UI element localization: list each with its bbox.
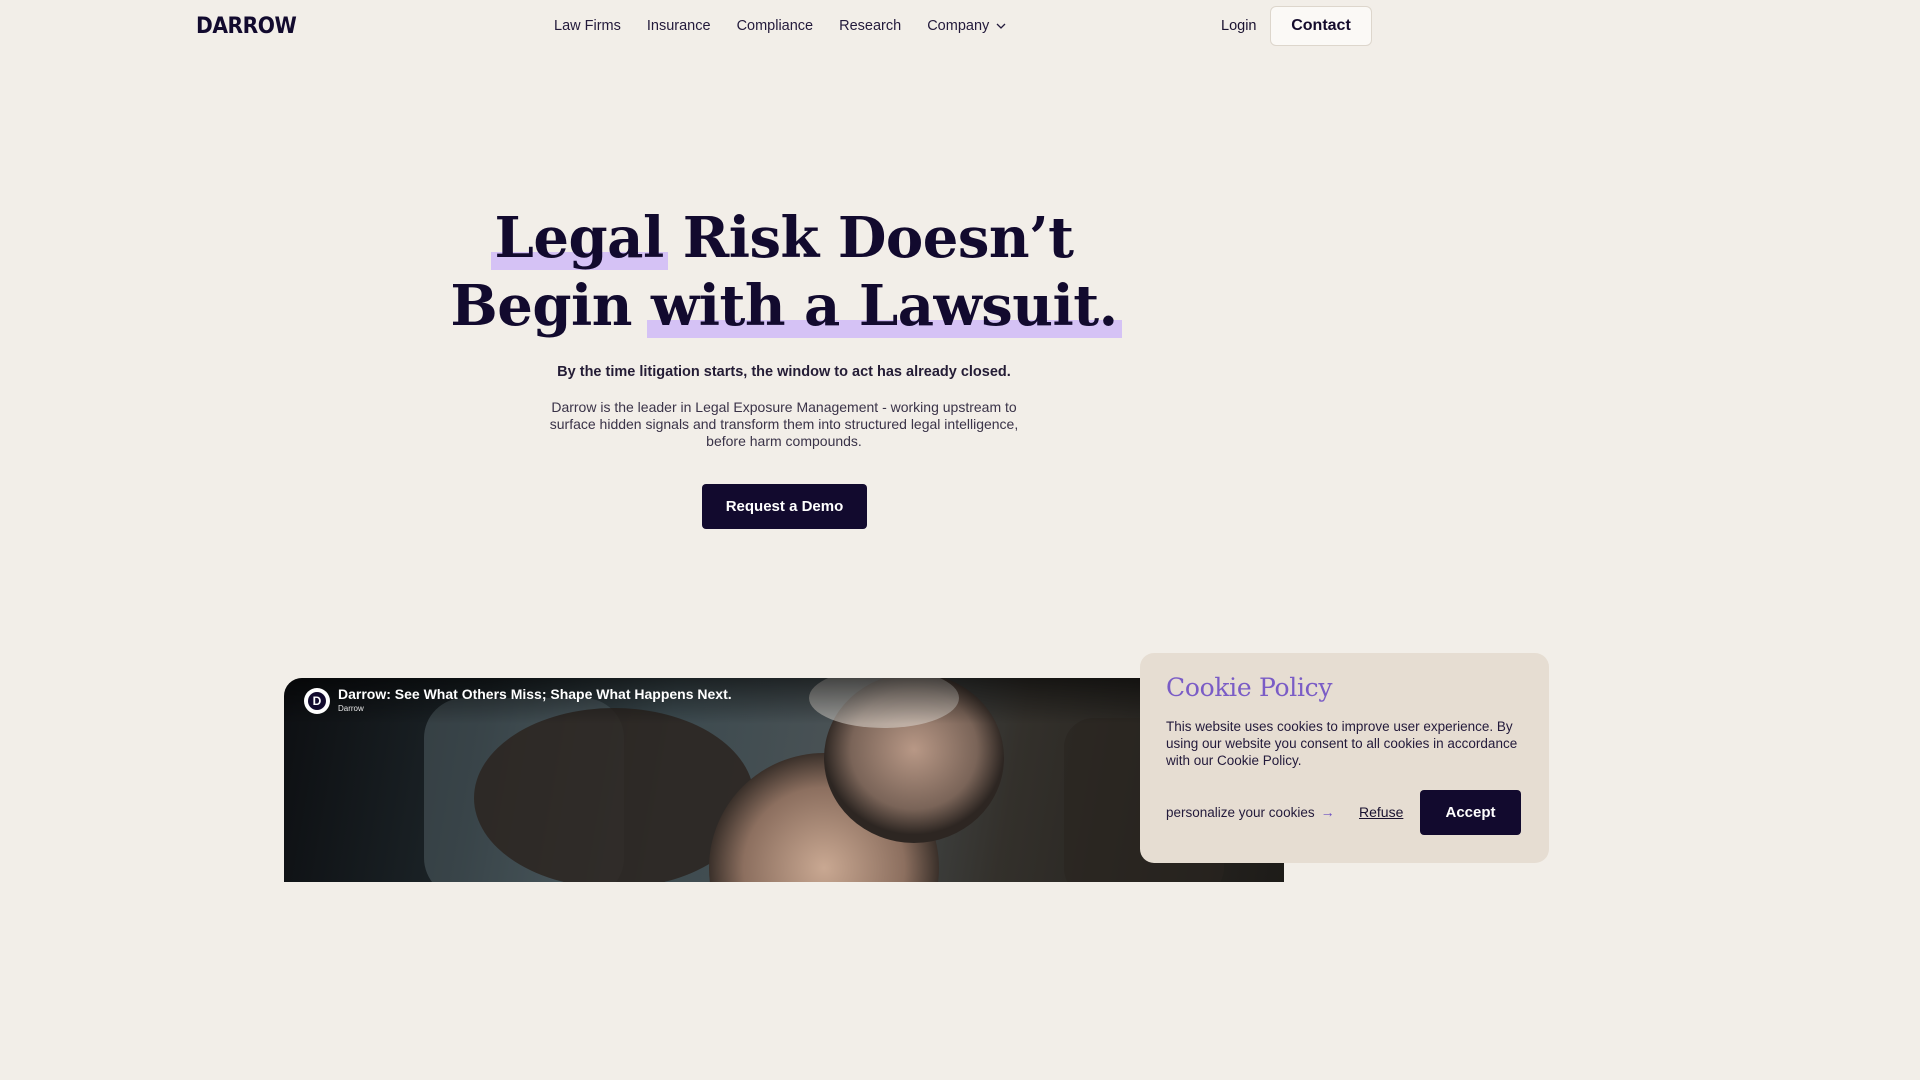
accept-button[interactable]: Accept bbox=[1420, 790, 1521, 835]
nav-company[interactable]: Company bbox=[927, 18, 1007, 34]
nav-label: Law Firms bbox=[554, 18, 621, 34]
chevron-down-icon bbox=[996, 23, 1006, 29]
nav-law-firms[interactable]: Law Firms bbox=[554, 18, 621, 34]
login-link[interactable]: Login bbox=[1221, 18, 1256, 34]
hero-description: Darrow is the leader in Legal Exposure M… bbox=[549, 399, 1019, 449]
site-header: DARROW Law Firms Insurance Compliance Re… bbox=[0, 0, 1568, 54]
request-demo-button[interactable]: Request a Demo bbox=[702, 484, 867, 529]
page: DARROW Law Firms Insurance Compliance Re… bbox=[0, 0, 1568, 882]
nav-label: Insurance bbox=[646, 18, 711, 34]
cookie-title: Cookie Policy bbox=[1166, 673, 1333, 702]
channel-avatar[interactable]: D bbox=[304, 688, 330, 714]
cookie-text: This website uses cookies to improve use… bbox=[1166, 719, 1518, 768]
title-text: Begin bbox=[450, 273, 651, 339]
avatar-letter: D bbox=[308, 692, 326, 710]
hero-title-line-1: Legal Risk Doesn’t bbox=[0, 204, 1568, 272]
video-title[interactable]: Darrow: See What Others Miss; Shape What… bbox=[338, 686, 732, 702]
title-highlight: Legal bbox=[490, 205, 668, 271]
personalize-cookies-link[interactable]: personalize your cookies → bbox=[1166, 804, 1335, 820]
contact-button[interactable]: Contact bbox=[1270, 6, 1372, 46]
nav-label: Company bbox=[927, 18, 990, 34]
nav-label: Research bbox=[839, 18, 902, 34]
darrow-logo[interactable]: DARROW bbox=[196, 14, 297, 39]
title-text: Risk Doesn’t bbox=[663, 205, 1074, 271]
hero-title-line-2: Begin with a Lawsuit. bbox=[0, 272, 1568, 340]
video-player[interactable]: D Darrow: See What Others Miss; Shape Wh… bbox=[284, 678, 1284, 882]
hero-subhead: By the time litigation starts, the windo… bbox=[557, 364, 1011, 380]
personalize-label: personalize your cookies bbox=[1166, 804, 1315, 820]
nav-insurance[interactable]: Insurance bbox=[647, 18, 711, 34]
title-highlight: with a Lawsuit. bbox=[647, 273, 1122, 339]
nav-research[interactable]: Research bbox=[839, 18, 901, 34]
arrow-right-icon: → bbox=[1320, 804, 1335, 820]
nav-compliance[interactable]: Compliance bbox=[737, 18, 814, 34]
video-channel-name: Darrow bbox=[338, 704, 364, 713]
main-nav: Law Firms Insurance Compliance Research … bbox=[554, 18, 1007, 34]
cookie-banner: Cookie Policy This website uses cookies … bbox=[1140, 653, 1549, 863]
hero-title: Legal Risk Doesn’t Begin with a Lawsuit. bbox=[0, 204, 1568, 340]
refuse-button[interactable]: Refuse bbox=[1359, 804, 1403, 820]
nav-label: Compliance bbox=[736, 18, 814, 34]
